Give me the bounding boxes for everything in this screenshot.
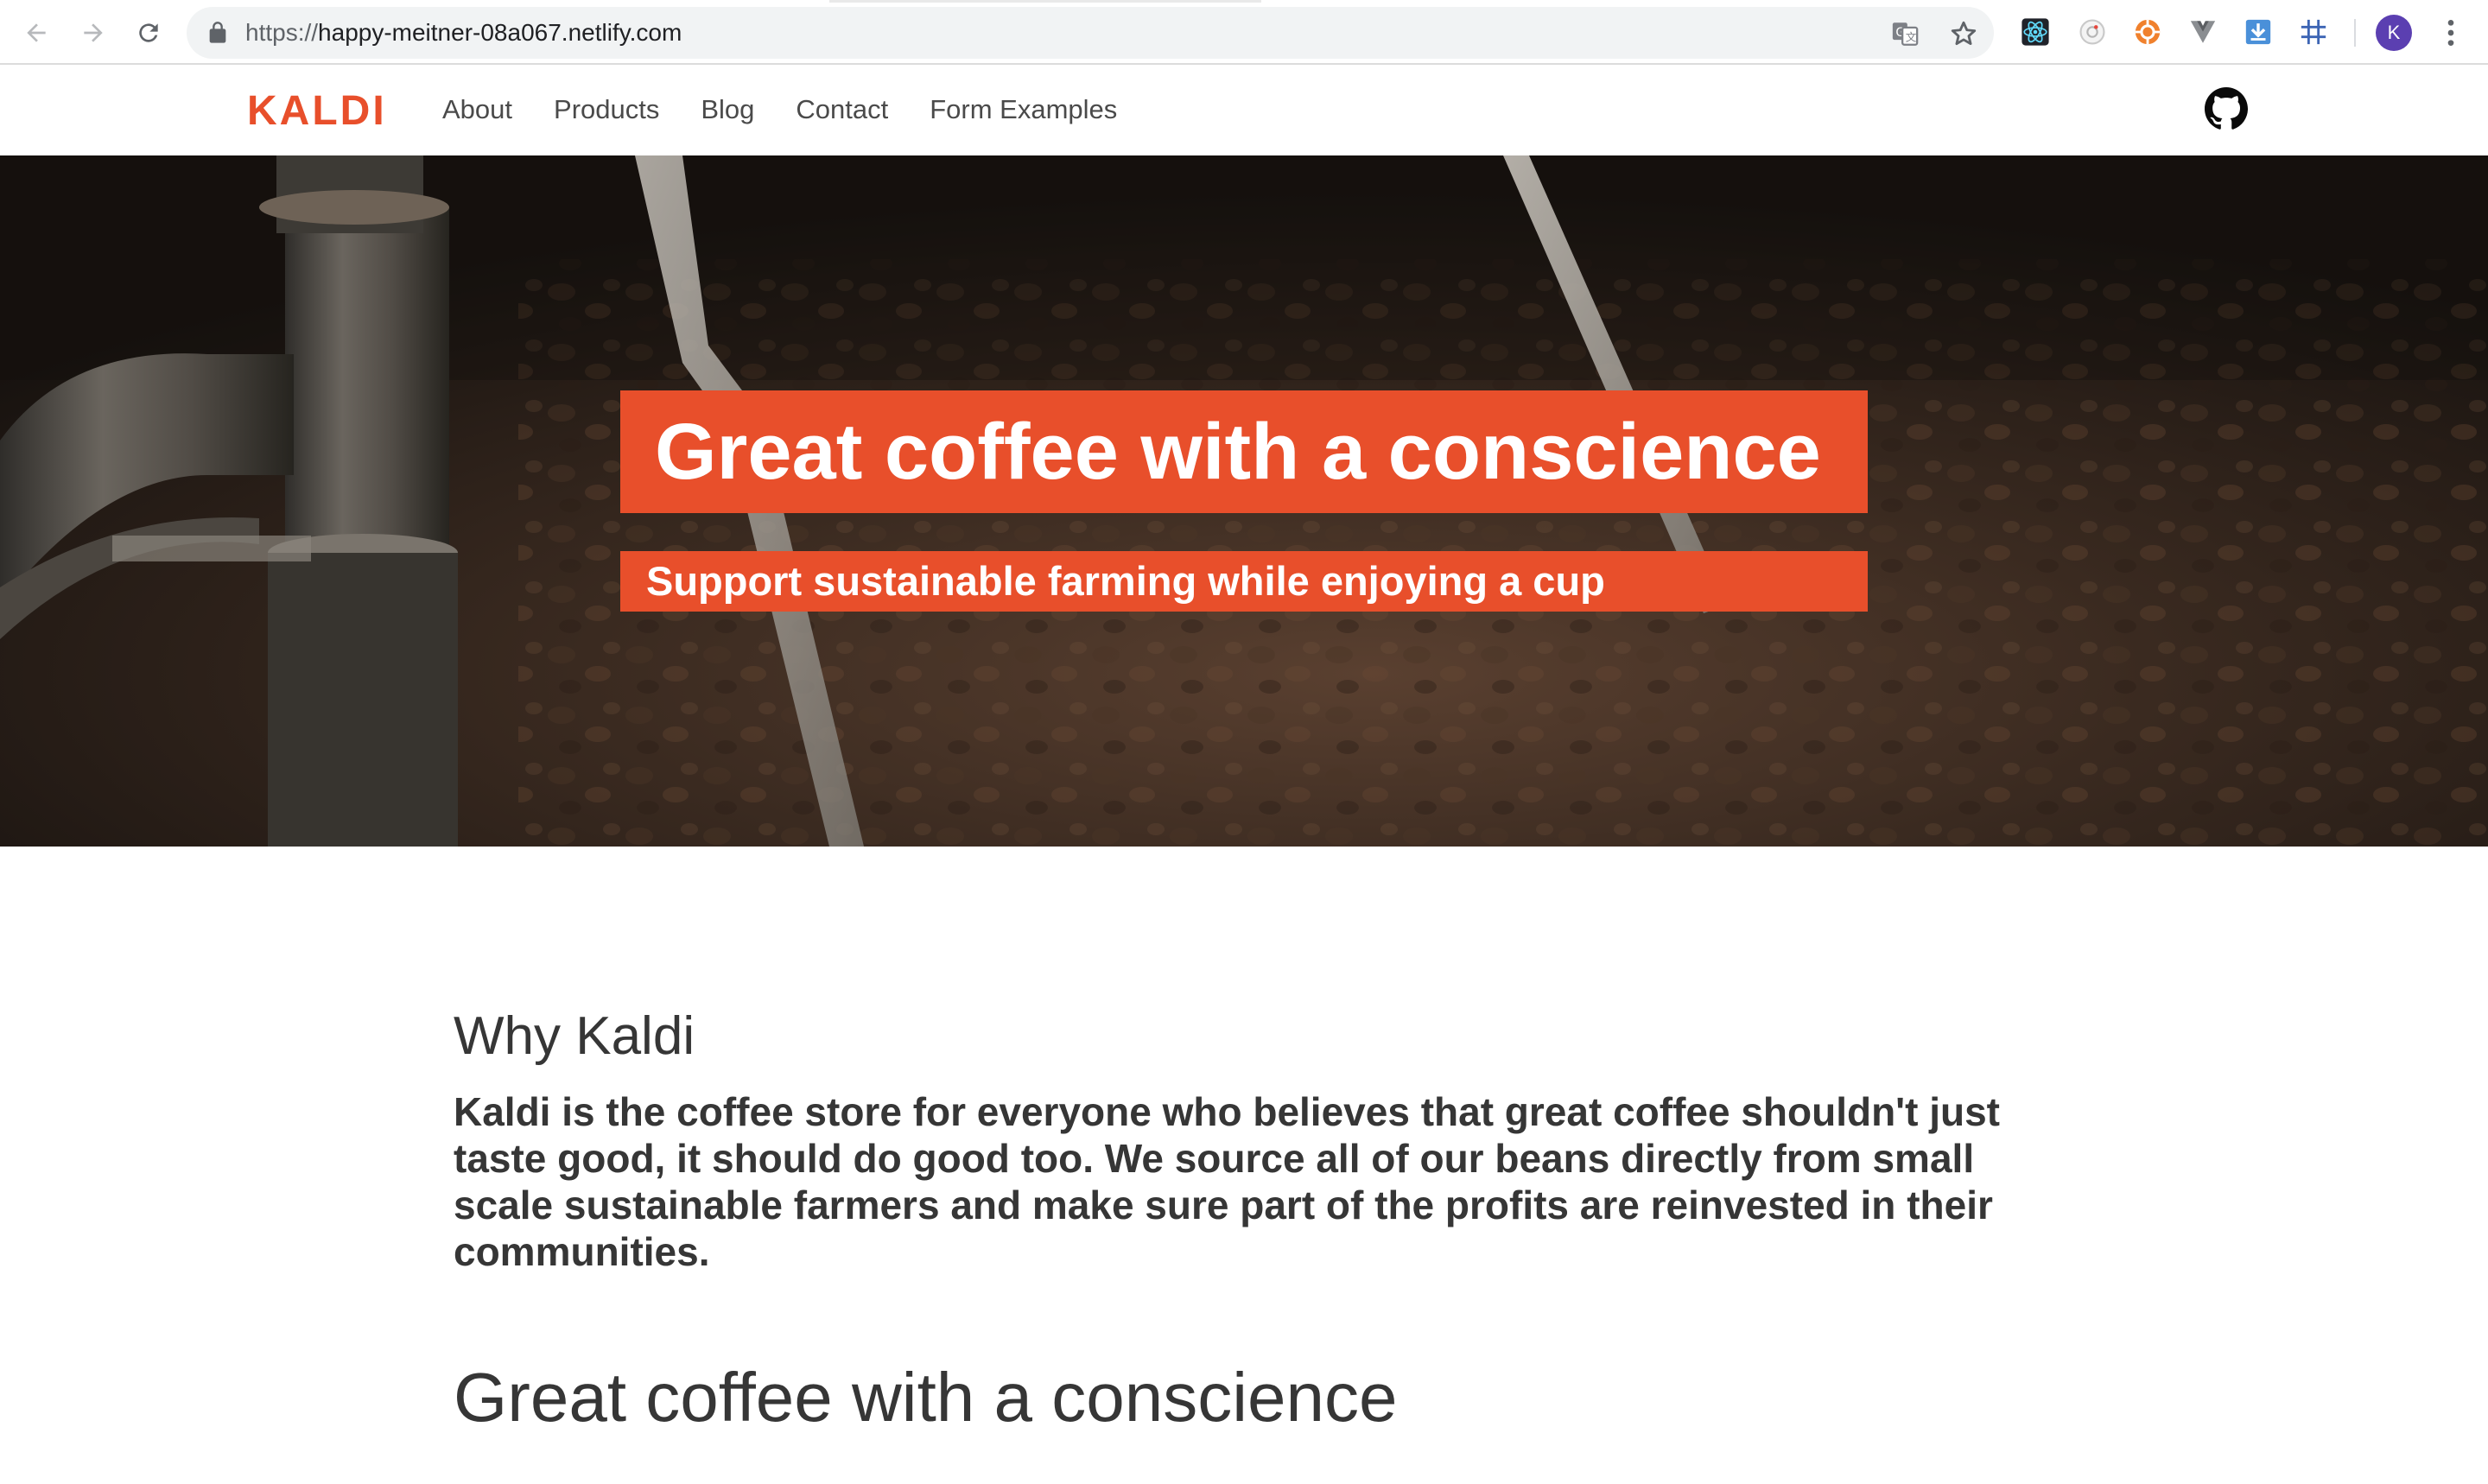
- url-scheme: https://: [245, 19, 319, 46]
- extension-icon: [2135, 19, 2161, 45]
- site-navbar: KALDI About Products Blog Contact Form E…: [0, 67, 2488, 155]
- browser-toolbar: https://happy-meitner-08a067.netlify.com…: [0, 0, 2488, 65]
- nav-links: About Products Blog Contact Form Example…: [442, 92, 1158, 127]
- grid-extension-button[interactable]: [2298, 16, 2329, 48]
- section-title: Why Kaldi: [454, 1006, 695, 1066]
- react-devtools-icon: [2022, 18, 2049, 46]
- github-icon[interactable]: [2205, 87, 2248, 130]
- extension-icon: [2079, 19, 2105, 45]
- download-extension-button[interactable]: [2243, 16, 2274, 48]
- vue-devtools-button[interactable]: [2187, 16, 2218, 48]
- nav-item-contact[interactable]: Contact: [796, 92, 888, 127]
- vue-devtools-icon: [2190, 21, 2216, 43]
- react-devtools-button[interactable]: [2020, 16, 2051, 48]
- nav-item-blog[interactable]: Blog: [701, 92, 754, 127]
- section-body: Kaldi is the coffee store for everyone w…: [454, 1089, 2001, 1274]
- extension-button-1[interactable]: [2077, 16, 2108, 48]
- hero-banner: Great coffee with a conscience Support s…: [0, 155, 2488, 847]
- forward-icon: [84, 23, 103, 42]
- menu-icon[interactable]: [2438, 16, 2464, 50]
- grid-icon: [2301, 19, 2326, 45]
- nav-item-form-examples[interactable]: Form Examples: [930, 92, 1117, 127]
- reload-icon: [139, 23, 158, 42]
- url-host: happy-meitner-08a067.netlify.com: [318, 19, 682, 46]
- toolbar-separator: [2354, 19, 2356, 47]
- main-content: Why Kaldi Kaldi is the coffee store for …: [454, 1002, 2000, 1275]
- star-icon[interactable]: [1949, 19, 1978, 48]
- hero-title: Great coffee with a conscience: [620, 390, 1868, 513]
- profile-avatar[interactable]: K: [2376, 15, 2412, 51]
- second-section-title: Great coffee with a conscience: [454, 1359, 1398, 1436]
- back-button[interactable]: [16, 12, 57, 54]
- tab-strip-edge: [829, 0, 1261, 3]
- brand-logo[interactable]: KALDI: [247, 87, 387, 136]
- hero-subtitle: Support sustainable farming while enjoyi…: [620, 551, 1868, 612]
- nav-item-products[interactable]: Products: [554, 92, 659, 127]
- url-text: https://happy-meitner-08a067.netlify.com: [245, 20, 682, 46]
- extension-button-2[interactable]: [2132, 16, 2163, 48]
- translate-icon[interactable]: G文: [1890, 19, 1920, 48]
- back-icon: [27, 23, 46, 42]
- nav-item-about[interactable]: About: [442, 92, 512, 127]
- forward-button[interactable]: [73, 12, 114, 54]
- download-icon: [2245, 19, 2271, 45]
- address-bar[interactable]: https://happy-meitner-08a067.netlify.com…: [187, 7, 1994, 59]
- lock-icon: [209, 22, 226, 43]
- svg-text:文: 文: [1906, 32, 1917, 45]
- reload-button[interactable]: [128, 12, 169, 54]
